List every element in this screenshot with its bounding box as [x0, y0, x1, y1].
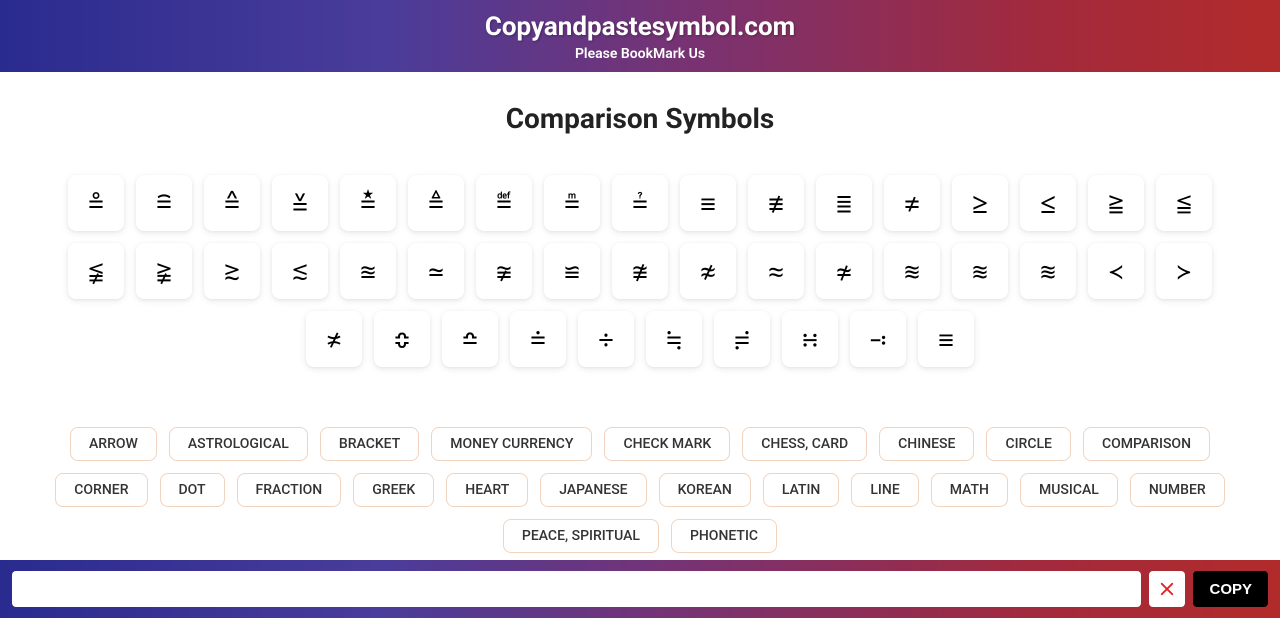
- copy-input[interactable]: [12, 571, 1141, 607]
- category-pill[interactable]: CHECK MARK: [604, 427, 730, 461]
- symbol-card[interactable]: ≜: [408, 175, 464, 231]
- category-pill[interactable]: MATH: [931, 473, 1008, 507]
- symbol-card[interactable]: ≉: [680, 243, 736, 299]
- symbol-card[interactable]: ≈: [748, 243, 804, 299]
- site-subtitle: Please BookMark Us: [0, 46, 1280, 62]
- symbol-card[interactable]: ≙: [204, 175, 260, 231]
- category-pill[interactable]: BRACKET: [320, 427, 419, 461]
- symbol-card[interactable]: ≤: [1020, 175, 1076, 231]
- symbol-grid: ≗≘≙≚≛≜≝≞≟≡≢≣≠≥≤≧≦≨≩≳≲≊≃≆≌≇≉≈≄≋≋≋≺≻≭≎≏≐÷≒…: [65, 175, 1215, 367]
- main-content: Comparison Symbols ≗≘≙≚≛≜≝≞≟≡≢≣≠≥≤≧≦≨≩≳≲…: [0, 72, 1280, 585]
- site-title: Copyandpastesymbol.com: [0, 12, 1280, 42]
- symbol-card[interactable]: ≋: [1020, 243, 1076, 299]
- symbol-card[interactable]: ≢: [748, 175, 804, 231]
- category-pill[interactable]: LINE: [851, 473, 918, 507]
- category-pill[interactable]: DOT: [160, 473, 225, 507]
- symbol-card[interactable]: ≄: [816, 243, 872, 299]
- symbol-card[interactable]: ≧: [1088, 175, 1144, 231]
- symbol-card[interactable]: ≆: [476, 243, 532, 299]
- category-pill[interactable]: MONEY CURRENCY: [431, 427, 592, 461]
- symbol-card[interactable]: ≌: [544, 243, 600, 299]
- category-pill[interactable]: ARROW: [70, 427, 157, 461]
- symbol-card[interactable]: ≗: [68, 175, 124, 231]
- category-pill[interactable]: FRACTION: [237, 473, 342, 507]
- symbol-card[interactable]: ≳: [204, 243, 260, 299]
- symbol-card[interactable]: ≥: [952, 175, 1008, 231]
- symbol-card[interactable]: ≣: [816, 175, 872, 231]
- symbol-card[interactable]: ≲: [272, 243, 328, 299]
- category-pill[interactable]: LATIN: [763, 473, 840, 507]
- copy-button[interactable]: COPY: [1193, 571, 1268, 607]
- symbol-card[interactable]: ≦: [1156, 175, 1212, 231]
- symbol-card[interactable]: ≇: [612, 243, 668, 299]
- symbol-card[interactable]: ≺: [1088, 243, 1144, 299]
- category-pill[interactable]: NUMBER: [1130, 473, 1225, 507]
- symbol-card[interactable]: ≝: [476, 175, 532, 231]
- bottom-bar: COPY: [0, 560, 1280, 618]
- symbol-card[interactable]: ≒: [646, 311, 702, 367]
- category-pill[interactable]: CIRCLE: [986, 427, 1071, 461]
- symbol-card[interactable]: ≻: [1156, 243, 1212, 299]
- category-row: ARROW ASTROLOGICAL BRACKET MONEY CURRENCY CH…: [40, 427, 1240, 553]
- symbol-card[interactable]: ≋: [952, 243, 1008, 299]
- category-pill[interactable]: HEART: [446, 473, 528, 507]
- symbol-card[interactable]: ≨: [68, 243, 124, 299]
- symbol-card[interactable]: ≎: [374, 311, 430, 367]
- category-pill[interactable]: CHESS, CARD: [742, 427, 867, 461]
- symbol-card[interactable]: ≓: [714, 311, 770, 367]
- close-icon: [1158, 580, 1176, 598]
- clear-button[interactable]: [1149, 571, 1185, 607]
- category-pill[interactable]: PHONETIC: [671, 519, 777, 553]
- symbol-card[interactable]: ≛: [340, 175, 396, 231]
- symbol-card[interactable]: ≏: [442, 311, 498, 367]
- symbol-card[interactable]: ≊: [340, 243, 396, 299]
- symbol-card[interactable]: ≟: [612, 175, 668, 231]
- symbol-card[interactable]: ≞: [544, 175, 600, 231]
- symbol-card[interactable]: ≡: [680, 175, 736, 231]
- symbol-card[interactable]: ≘: [136, 175, 192, 231]
- symbol-card[interactable]: ∺: [782, 311, 838, 367]
- symbol-card[interactable]: ≚: [272, 175, 328, 231]
- category-pill[interactable]: CORNER: [55, 473, 147, 507]
- symbol-card[interactable]: ≩: [136, 243, 192, 299]
- category-pill[interactable]: KOREAN: [659, 473, 751, 507]
- category-pill[interactable]: JAPANESE: [540, 473, 646, 507]
- symbol-card[interactable]: ≐: [510, 311, 566, 367]
- symbol-card[interactable]: ∹: [850, 311, 906, 367]
- page-title: Comparison Symbols: [40, 102, 1240, 135]
- symbol-card[interactable]: ≡: [918, 311, 974, 367]
- symbol-card[interactable]: ≃: [408, 243, 464, 299]
- category-pill[interactable]: PEACE, SPIRITUAL: [503, 519, 659, 553]
- symbol-card[interactable]: ≋: [884, 243, 940, 299]
- category-pill[interactable]: GREEK: [353, 473, 434, 507]
- category-pill[interactable]: MUSICAL: [1020, 473, 1118, 507]
- category-pill[interactable]: COMPARISON: [1083, 427, 1210, 461]
- site-header: Copyandpastesymbol.com Please BookMark U…: [0, 0, 1280, 72]
- category-pill[interactable]: ASTROLOGICAL: [169, 427, 308, 461]
- symbol-card[interactable]: ÷: [578, 311, 634, 367]
- category-pill[interactable]: CHINESE: [879, 427, 974, 461]
- symbol-card[interactable]: ≭: [306, 311, 362, 367]
- symbol-card[interactable]: ≠: [884, 175, 940, 231]
